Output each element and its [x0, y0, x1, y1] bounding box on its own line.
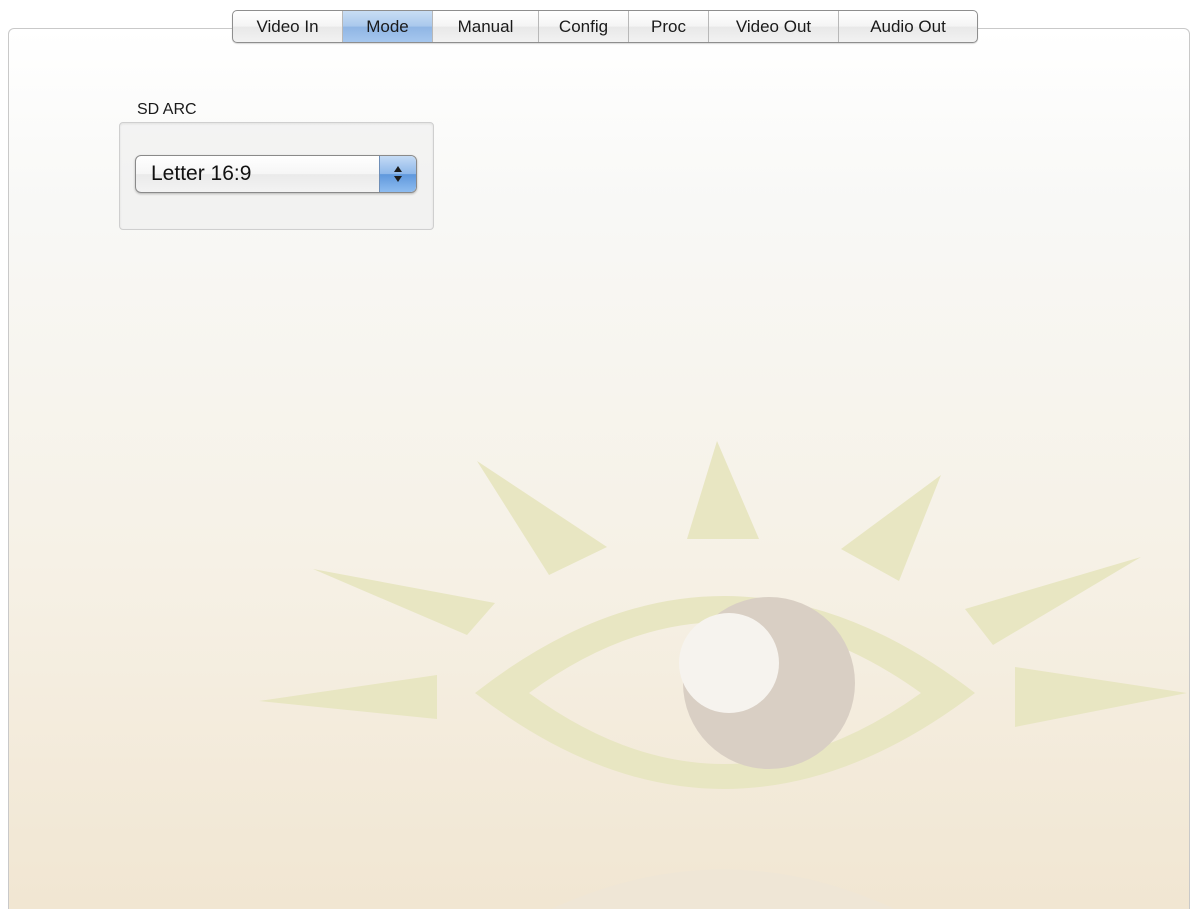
tab-mode[interactable]: Mode — [343, 11, 433, 42]
tab-video-out[interactable]: Video Out — [709, 11, 839, 42]
popup-arrows-icon — [379, 156, 416, 192]
tab-audio-out[interactable]: Audio Out — [839, 11, 977, 42]
tab-bar: Video In Mode Manual Config Proc Video O… — [232, 10, 978, 43]
sd-arc-selected-value: Letter 16:9 — [151, 162, 252, 185]
arrow-down-icon — [394, 176, 402, 182]
sd-arc-label: SD ARC — [137, 101, 197, 118]
tab-config[interactable]: Config — [539, 11, 629, 42]
tab-manual[interactable]: Manual — [433, 11, 539, 42]
tab-video-in[interactable]: Video In — [233, 11, 343, 42]
arrow-up-icon — [394, 166, 402, 172]
sd-arc-popup[interactable]: Letter 16:9 — [135, 155, 417, 193]
tab-proc[interactable]: Proc — [629, 11, 709, 42]
window: Video In Mode Manual Config Proc Video O… — [0, 0, 1197, 909]
